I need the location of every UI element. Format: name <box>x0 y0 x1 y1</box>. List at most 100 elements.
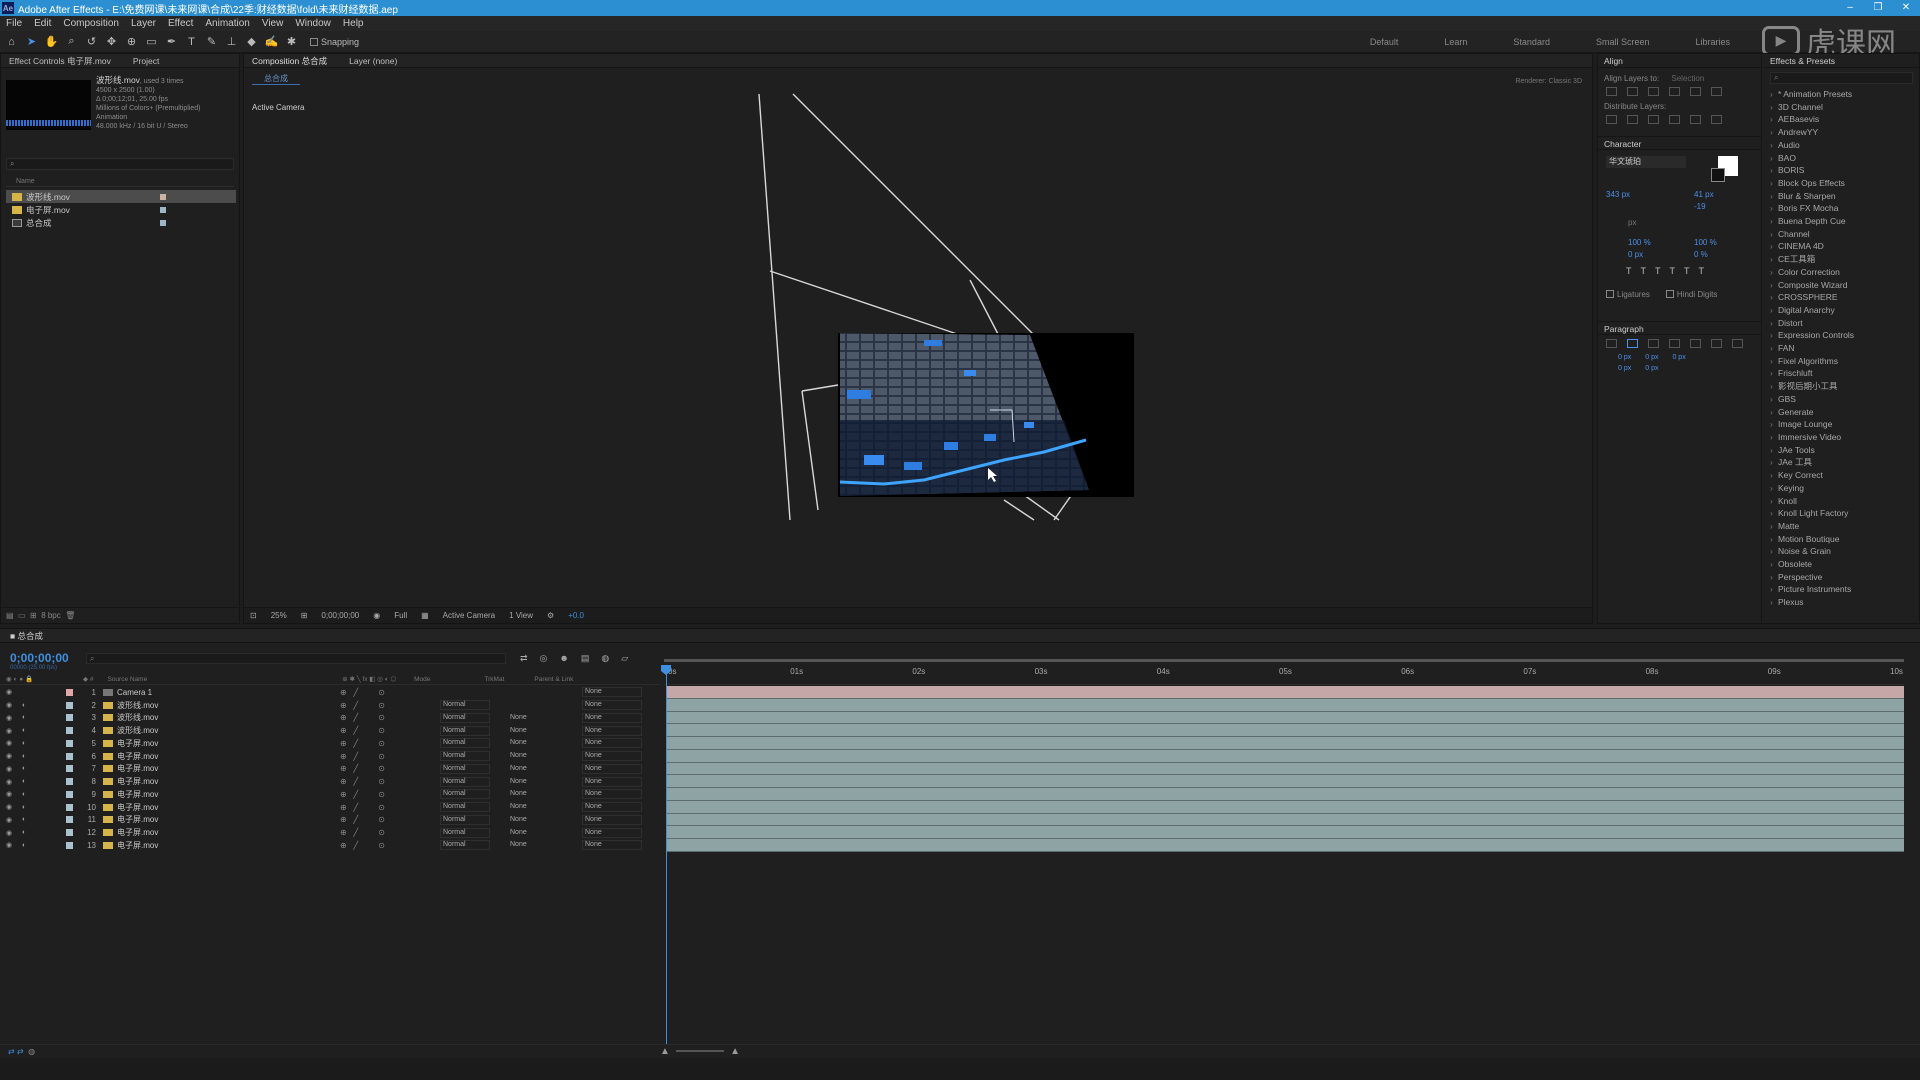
parent-select[interactable]: None <box>582 763 642 774</box>
menu-file[interactable]: File <box>0 18 28 29</box>
layer-switches[interactable]: ⊕ ╱ ⊙ <box>340 777 385 786</box>
trkmat-select[interactable] <box>510 700 555 710</box>
layer-label-color[interactable] <box>66 727 73 735</box>
menu-window[interactable]: Window <box>289 18 337 29</box>
menu-view[interactable]: View <box>256 18 290 29</box>
effect-category-item[interactable]: Knoll Light Factory <box>1778 507 1919 520</box>
toggle-switches-icon[interactable]: ⇄ ⇄ <box>8 1047 24 1056</box>
justify-left-icon[interactable] <box>1669 339 1680 348</box>
distribute-vcenter-icon[interactable] <box>1627 115 1638 124</box>
layer-bar[interactable] <box>666 724 1904 737</box>
close-button[interactable]: ✕ <box>1892 0 1920 16</box>
parent-select[interactable]: None <box>582 712 642 723</box>
table-row[interactable]: ◉ ◐ 8 电子屏.mov ⊕ ╱ ⊙ Normal None None <box>0 775 660 788</box>
table-row[interactable]: ◉ ◐ 3 波形线.mov ⊕ ╱ ⊙ Normal None None <box>0 712 660 725</box>
align-hcenter-icon[interactable] <box>1627 87 1638 96</box>
time-ruler[interactable]: 0s 01s 02s 03s 04s 05s 06s 07s 08s 09s 10s <box>664 665 1904 685</box>
effect-category-item[interactable]: Distort <box>1778 317 1919 330</box>
list-item[interactable]: 电子屏.mov <box>6 203 236 216</box>
transparency-grid-icon[interactable]: ▦ <box>421 611 429 620</box>
font-family-select[interactable]: 华文琥珀 <box>1606 156 1686 168</box>
trkmat-select[interactable]: None <box>510 840 555 850</box>
justify-center-icon[interactable] <box>1690 339 1701 348</box>
audio-icon[interactable]: ◐ <box>22 791 32 798</box>
align-left-text-icon[interactable] <box>1606 339 1617 348</box>
layer-label-color[interactable] <box>66 778 73 786</box>
effect-category-item[interactable]: Matte <box>1778 520 1919 533</box>
trkmat-select[interactable]: None <box>510 777 555 787</box>
render-time-icon[interactable]: ◍ <box>28 1047 35 1056</box>
effect-category-item[interactable]: CROSSPHERE <box>1778 291 1919 304</box>
renderer-value[interactable]: Classic 3D <box>1549 78 1582 85</box>
selected-file-name[interactable]: 波形线.mov <box>96 75 140 85</box>
video-visibility-icon[interactable]: ◉ <box>6 765 16 773</box>
effect-category-item[interactable]: BAO <box>1778 152 1919 165</box>
layer-switches[interactable]: ⊕ ╱ ⊙ <box>340 688 385 697</box>
list-item[interactable]: 总合成 <box>6 216 236 229</box>
layer-switches[interactable]: ⊕ ╱ ⊙ <box>340 726 385 735</box>
hand-tool-icon[interactable]: ✋ <box>43 33 60 50</box>
grid-icon[interactable]: ⊞ <box>301 611 308 620</box>
table-row[interactable]: ◉ ◐ 2 波形线.mov ⊕ ╱ ⊙ Normal None <box>0 699 660 712</box>
layer-bar[interactable] <box>666 749 1904 763</box>
comp-breadcrumb[interactable]: 总合成 <box>252 73 300 85</box>
effect-category-item[interactable]: AndrewYY <box>1778 126 1919 139</box>
tab-composition[interactable]: Composition 总合成 <box>252 55 327 67</box>
zoom-select[interactable]: 25% <box>271 611 287 620</box>
audio-icon[interactable]: ◐ <box>22 753 32 760</box>
trkmat-header[interactable]: TrkMat <box>484 676 504 683</box>
comp-viewport[interactable] <box>244 90 1592 604</box>
work-area-bar[interactable] <box>664 659 1904 662</box>
eraser-tool-icon[interactable]: ◆ <box>243 33 260 50</box>
interpret-footage-icon[interactable]: ▤ <box>6 611 14 620</box>
blend-mode-select[interactable]: Normal <box>440 712 490 723</box>
space-before-field[interactable]: 0 px <box>1618 365 1631 372</box>
effect-category-item[interactable]: Immersive Video <box>1778 431 1919 444</box>
motion-blur-icon[interactable]: ◍ <box>601 653 609 664</box>
distribute-hcenter-icon[interactable] <box>1690 115 1701 124</box>
effect-category-item[interactable]: Motion Boutique <box>1778 533 1919 546</box>
video-visibility-icon[interactable]: ◉ <box>6 790 16 798</box>
layer-name[interactable]: 波形线.mov <box>117 712 158 723</box>
tsume-field[interactable]: 0 % <box>1694 250 1708 259</box>
video-visibility-icon[interactable]: ◉ <box>6 688 16 696</box>
layer-bar[interactable] <box>666 686 1904 699</box>
blend-mode-select[interactable]: Normal <box>440 725 490 736</box>
trkmat-select[interactable]: None <box>510 815 555 825</box>
current-time-indicator[interactable] <box>666 665 667 1045</box>
effect-category-item[interactable]: Picture Instruments <box>1778 583 1919 596</box>
workspace-standard[interactable]: Standard <box>1513 37 1550 47</box>
effect-category-item[interactable]: * Animation Presets <box>1778 88 1919 101</box>
tab-layer[interactable]: Layer (none) <box>349 56 397 66</box>
effect-category-item[interactable]: Noise & Grain <box>1778 545 1919 558</box>
table-row[interactable]: ◉ 1 Camera 1 ⊕ ╱ ⊙ None <box>0 686 660 699</box>
parent-select[interactable]: None <box>582 840 642 851</box>
home-icon[interactable]: ⌂ <box>3 33 20 50</box>
graph-editor-icon[interactable]: ▱ <box>621 653 628 664</box>
parent-select[interactable]: None <box>582 814 642 825</box>
effect-category-item[interactable]: Frischluft <box>1778 367 1919 380</box>
effect-category-item[interactable]: Key Correct <box>1778 469 1919 482</box>
effect-category-item[interactable]: Knoll <box>1778 495 1919 508</box>
tab-project[interactable]: Project <box>133 56 159 66</box>
paragraph-panel-title[interactable]: Paragraph <box>1598 321 1761 335</box>
parent-select[interactable]: None <box>582 827 642 838</box>
layer-bar[interactable] <box>666 813 1904 827</box>
clone-stamp-tool-icon[interactable]: ⊥ <box>223 33 240 50</box>
layer-switches[interactable]: ⊕ ╱ ⊙ <box>340 764 385 773</box>
video-visibility-icon[interactable]: ◉ <box>6 803 16 811</box>
layer-switches[interactable]: ⊕ ╱ ⊙ <box>340 739 385 748</box>
resolution-select[interactable]: Full <box>394 611 407 620</box>
layer-name[interactable]: 电子屏.mov <box>117 827 158 838</box>
distribute-left-icon[interactable] <box>1669 115 1680 124</box>
indent-first-field[interactable]: 0 px <box>1645 354 1658 361</box>
center-text-icon[interactable] <box>1627 339 1638 348</box>
effect-category-item[interactable]: Digital Anarchy <box>1778 304 1919 317</box>
trkmat-select[interactable]: None <box>510 713 555 723</box>
leading-field[interactable]: 41 px <box>1694 190 1714 199</box>
label-color[interactable] <box>160 206 166 213</box>
align-top-icon[interactable] <box>1669 87 1680 96</box>
rectangle-tool-icon[interactable]: ▭ <box>143 33 160 50</box>
video-visibility-icon[interactable]: ◉ <box>6 778 16 786</box>
layer-name[interactable]: 电子屏.mov <box>117 789 158 800</box>
